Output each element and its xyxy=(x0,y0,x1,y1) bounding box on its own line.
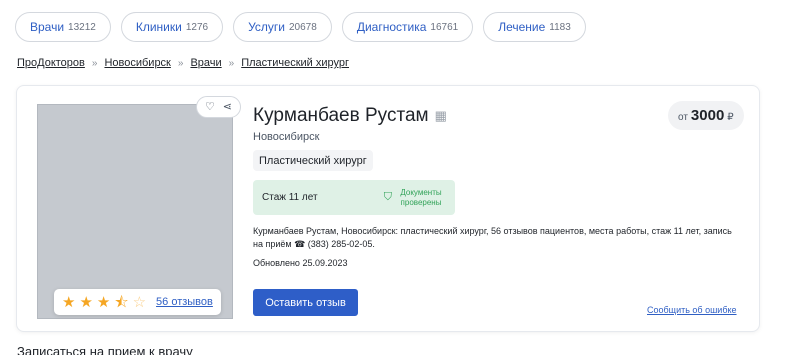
doctor-photo xyxy=(37,104,233,319)
chip-diagnostics[interactable]: Диагностика 16761 xyxy=(341,12,474,42)
doctor-name: Курманбаев Рустам xyxy=(253,105,429,126)
chip-count: 1276 xyxy=(185,21,209,33)
breadcrumb: ПроДокторов » Новосибирск » Врачи » Плас… xyxy=(17,57,349,69)
chip-count: 1183 xyxy=(549,21,571,33)
chip-clinics[interactable]: Клиники 1276 xyxy=(120,12,224,42)
star-icon: ★ xyxy=(62,293,76,311)
doctor-city: Новосибирск xyxy=(253,131,320,143)
chip-label: Услуги xyxy=(248,20,285,34)
breadcrumb-doctors[interactable]: Врачи xyxy=(190,57,221,69)
chip-label: Лечение xyxy=(498,20,546,34)
breadcrumb-separator: » xyxy=(177,57,184,69)
report-error-link[interactable]: Сообщить об ошибке xyxy=(647,305,737,315)
breadcrumb-separator: » xyxy=(228,57,235,69)
experience-box: Стаж 11 лет ⛉ Документы проверены xyxy=(253,180,455,215)
photo-placeholder xyxy=(37,104,233,319)
docs-verified-text: Документы проверены xyxy=(400,187,442,207)
section-title: Записаться на прием к врачу xyxy=(17,344,193,355)
half-star-icon: ⯪ xyxy=(114,293,129,311)
experience-text: Стаж 11 лет xyxy=(262,192,318,203)
updated-date: Обновлено 25.09.2023 xyxy=(253,258,348,268)
chip-label: Врачи xyxy=(30,20,65,34)
heart-icon[interactable]: ♡ xyxy=(205,101,215,113)
doctor-description: Курманбаев Рустам, Новосибирск: пластиче… xyxy=(253,226,732,249)
chip-doctors[interactable]: Врачи 13212 xyxy=(15,12,111,42)
category-chips: Врачи 13212 Клиники 1276 Услуги 20678 Ди… xyxy=(15,12,586,42)
shield-check-icon: ⛉ xyxy=(383,191,392,203)
share-icon[interactable]: ⋖ xyxy=(223,101,232,113)
breadcrumb-home[interactable]: ПроДокторов xyxy=(17,57,85,69)
chip-services[interactable]: Услуги 20678 xyxy=(233,12,332,42)
breadcrumb-specialty[interactable]: Пластический хирург xyxy=(241,57,349,69)
chip-count: 16761 xyxy=(430,21,459,33)
chip-label: Клиники xyxy=(135,20,182,34)
docs-verified: ⛉ Документы проверены xyxy=(384,188,446,208)
empty-star-icon: ☆ xyxy=(132,293,147,311)
price-badge: от 3000 ₽ xyxy=(668,101,744,130)
reviews-link[interactable]: 56 отзывов xyxy=(156,296,213,308)
rating-box: ★ ★ ★ ⯪ ☆ 56 отзывов xyxy=(54,289,221,315)
doctor-name-row: Курманбаев Рустам ▦ xyxy=(253,105,447,127)
specialty-tag[interactable]: Пластический хирург xyxy=(253,150,373,171)
price-currency: ₽ xyxy=(727,112,734,123)
favorite-share-box: ♡ ⋖ xyxy=(196,96,241,118)
leave-review-button[interactable]: Оставить отзыв xyxy=(253,289,358,316)
chip-treatment[interactable]: Лечение 1183 xyxy=(483,12,586,42)
breadcrumb-city[interactable]: Новосибирск xyxy=(104,57,170,69)
star-icon: ★ xyxy=(79,293,93,311)
chip-count: 13212 xyxy=(68,21,96,33)
certificate-icon: ▦ xyxy=(434,108,447,123)
star-icon: ★ xyxy=(96,293,111,311)
breadcrumb-separator: » xyxy=(91,57,98,69)
price-prefix: от xyxy=(678,112,688,123)
chip-count: 20678 xyxy=(289,21,317,33)
price-value: 3000 xyxy=(690,107,725,124)
chip-label: Диагностика xyxy=(356,20,427,34)
